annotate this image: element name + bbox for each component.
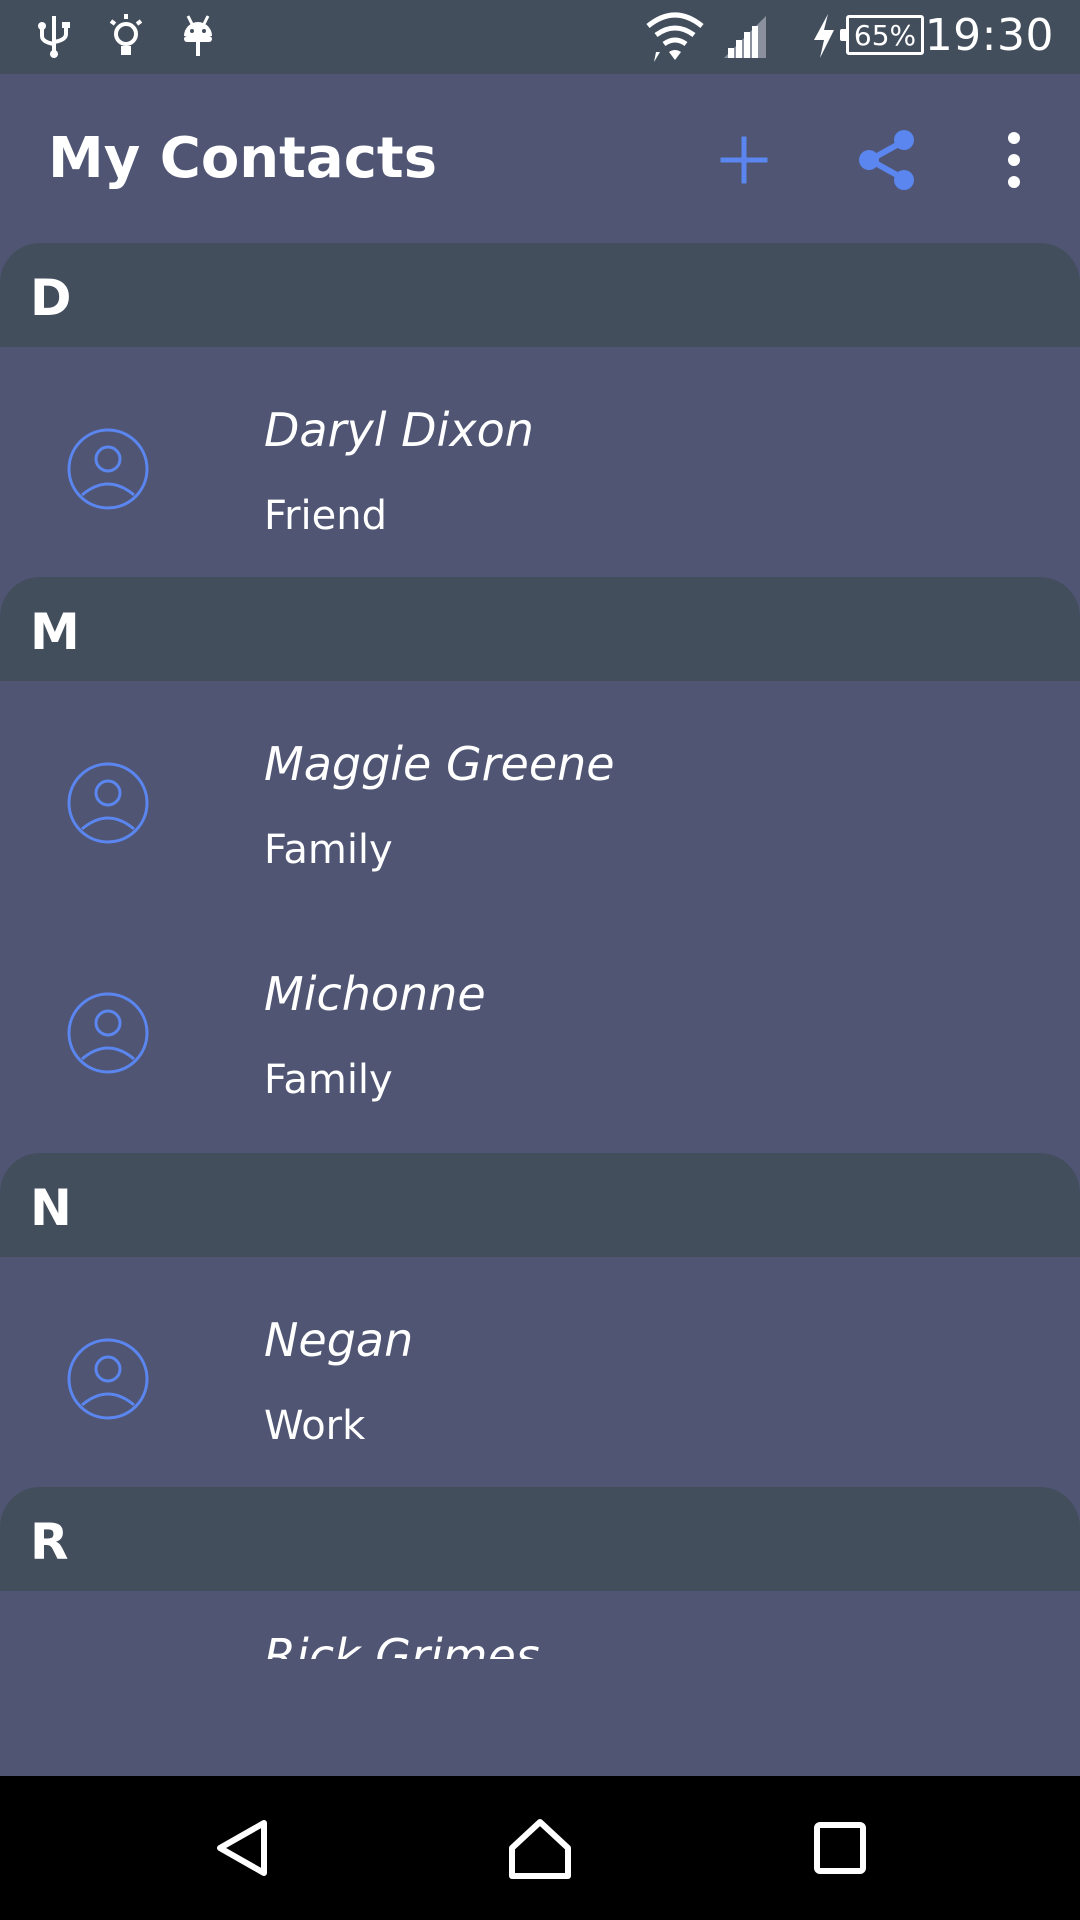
back-button[interactable] [206, 1812, 278, 1884]
contact-row-rick-grimes[interactable]: Rick Grimes [0, 1591, 1080, 1776]
contact-name: Rick Grimes [264, 1629, 540, 1659]
wifi-icon [644, 12, 706, 66]
android-icon [178, 12, 218, 64]
section-header-n: N [0, 1153, 1080, 1257]
clock: 19:30 [924, 10, 1054, 61]
battery-percent: 65% [853, 18, 917, 52]
overflow-menu-button[interactable] [966, 112, 1062, 208]
page-title: My Contacts [48, 126, 438, 191]
contact-row-michonne[interactable]: Michonne Family [0, 911, 1080, 1153]
section-letter: N [30, 1179, 72, 1237]
section-letter: D [30, 269, 72, 327]
bulb-icon [106, 12, 146, 64]
overflow-menu-icon [1008, 132, 1020, 188]
contact-row-maggie-greene[interactable]: Maggie Greene Family [0, 681, 1080, 911]
section-letter: R [30, 1513, 69, 1571]
contact-avatar-icon [67, 1338, 149, 1420]
contact-avatar-icon [67, 428, 149, 510]
section-letter: M [30, 603, 80, 661]
back-icon [217, 1820, 267, 1876]
add-icon [720, 136, 768, 184]
contact-group: Work [264, 1403, 366, 1449]
section-header-m: M [0, 577, 1080, 681]
contact-group: Family [264, 1057, 393, 1103]
section-header-d: D [0, 243, 1080, 347]
share-icon [859, 130, 914, 190]
status-bar: 65% 19:30 [0, 0, 1080, 74]
app-toolbar: My Contacts [0, 74, 1080, 244]
contacts-screen: 65% 19:30 My Contacts D Daryl Dixon Frie… [0, 0, 1080, 1920]
contact-name: Negan [264, 1313, 414, 1367]
recents-button[interactable] [804, 1812, 876, 1884]
add-contact-button[interactable] [696, 112, 792, 208]
contact-group: Friend [264, 493, 388, 539]
contact-avatar-icon [67, 992, 149, 1074]
contacts-list[interactable]: D Daryl Dixon Friend M Maggie Greene Fam… [0, 243, 1080, 1776]
usb-icon [34, 12, 74, 64]
signal-icon [722, 12, 768, 64]
contact-name: Michonne [264, 967, 486, 1021]
recents-icon [814, 1822, 866, 1874]
contact-avatar-icon [67, 762, 149, 844]
section-header-r: R [0, 1487, 1080, 1591]
clipped-row-area: Rick Grimes [0, 1591, 1080, 1659]
contact-group: Family [264, 827, 393, 873]
system-nav-bar [0, 1776, 1080, 1920]
contact-row-daryl-dixon[interactable]: Daryl Dixon Friend [0, 347, 1080, 577]
contact-name: Maggie Greene [264, 737, 615, 791]
share-button[interactable] [840, 112, 936, 208]
home-button[interactable] [504, 1812, 576, 1884]
home-icon [509, 1819, 571, 1879]
charging-icon [810, 12, 838, 64]
battery-indicator: 65% [840, 15, 924, 55]
contact-row-negan[interactable]: Negan Work [0, 1257, 1080, 1487]
contact-name: Daryl Dixon [264, 403, 534, 457]
